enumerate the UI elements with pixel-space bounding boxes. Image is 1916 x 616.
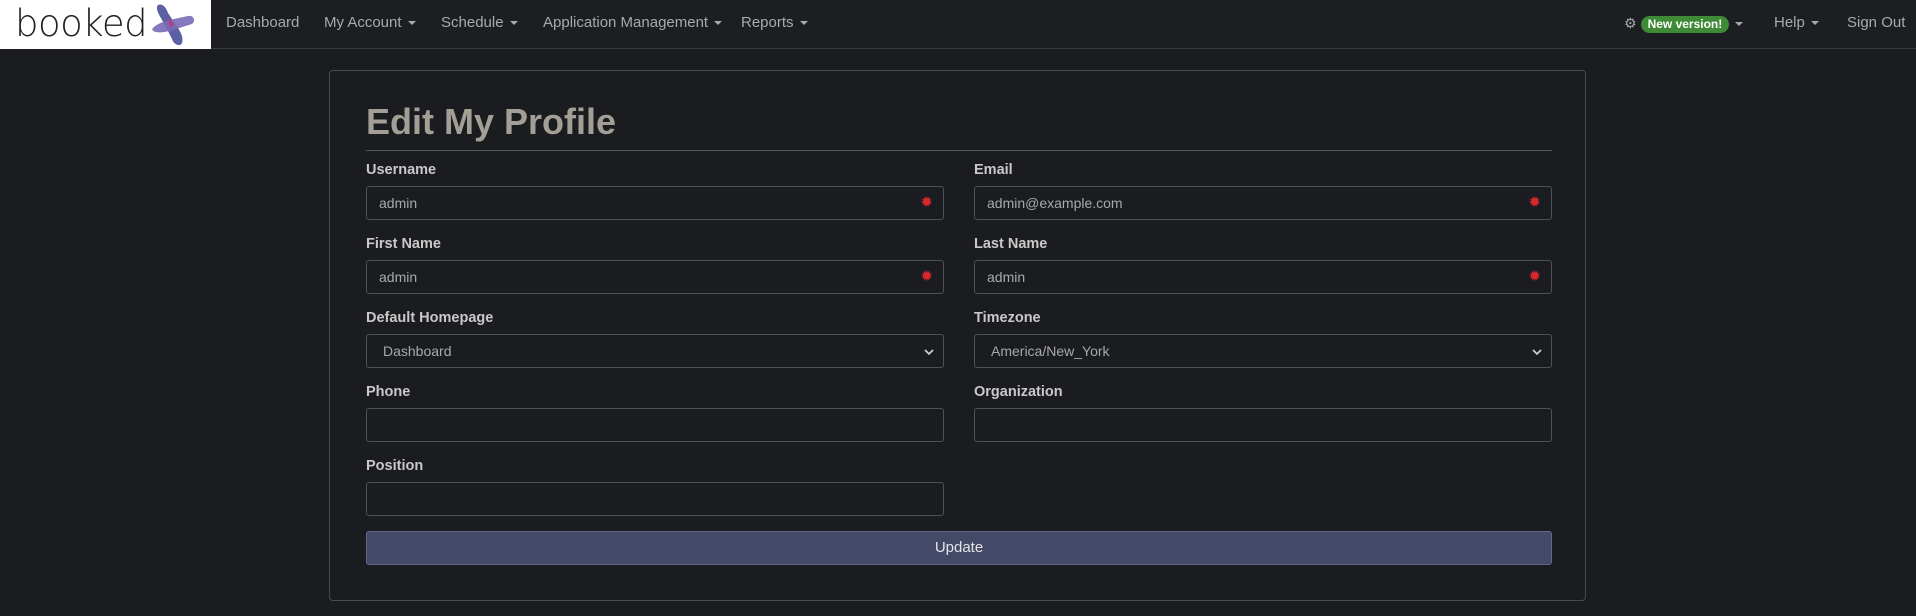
nav-schedule[interactable]: Schedule bbox=[441, 0, 518, 46]
nav-new-version[interactable]: ⚙ New version! bbox=[1624, 0, 1744, 46]
default-homepage-label: Default Homepage bbox=[366, 310, 494, 326]
required-icon: ✹ bbox=[1528, 194, 1541, 211]
gear-icon: ⚙ bbox=[1624, 15, 1637, 31]
nav-reports-label: Reports bbox=[741, 14, 794, 31]
timezone-label: Timezone bbox=[974, 310, 1041, 326]
email-label: Email bbox=[974, 162, 1013, 178]
first-name-label: First Name bbox=[366, 236, 441, 252]
nav-schedule-label: Schedule bbox=[441, 14, 504, 31]
username-label: Username bbox=[366, 162, 437, 178]
page-title: Edit My Profile bbox=[366, 101, 617, 142]
nav-dashboard[interactable]: Dashboard bbox=[226, 0, 299, 46]
brand-logo[interactable]: booked bbox=[0, 0, 211, 49]
chevron-down-icon bbox=[924, 349, 934, 356]
nav-help[interactable]: Help bbox=[1774, 0, 1819, 46]
last-name-label: Last Name bbox=[974, 236, 1048, 252]
nav-application-management[interactable]: Application Management bbox=[543, 0, 723, 46]
title-divider bbox=[366, 150, 1552, 151]
top-navbar: booked Dashboard My Account Schedule App… bbox=[0, 0, 1916, 49]
brand-mark-icon bbox=[152, 4, 195, 46]
timezone-select[interactable]: America/New_York bbox=[974, 334, 1552, 368]
required-icon: ✹ bbox=[920, 194, 933, 211]
nav-sign-out[interactable]: Sign Out bbox=[1847, 0, 1905, 46]
username-value: admin bbox=[379, 195, 418, 211]
timezone-value: America/New_York bbox=[991, 343, 1110, 359]
edit-profile-panel: Edit My Profile Username admin ✹ Email a… bbox=[329, 70, 1586, 601]
brand-name: booked bbox=[15, 2, 148, 45]
nav-help-label: Help bbox=[1774, 14, 1805, 31]
organization-label: Organization bbox=[974, 384, 1063, 400]
organization-input[interactable] bbox=[974, 408, 1552, 442]
default-homepage-select[interactable]: Dashboard bbox=[366, 334, 944, 368]
phone-label: Phone bbox=[366, 384, 411, 400]
nav-my-account[interactable]: My Account bbox=[324, 0, 416, 46]
new-version-badge: New version! bbox=[1640, 15, 1730, 33]
required-icon: ✹ bbox=[920, 268, 933, 285]
username-input[interactable]: admin ✹ bbox=[366, 186, 944, 220]
nav-my-account-label: My Account bbox=[324, 14, 402, 31]
phone-input[interactable] bbox=[366, 408, 944, 442]
caret-down-icon bbox=[799, 21, 808, 26]
caret-down-icon bbox=[1810, 21, 1819, 26]
caret-down-icon bbox=[1735, 22, 1744, 27]
nav-dashboard-label: Dashboard bbox=[226, 14, 300, 31]
nav-reports[interactable]: Reports bbox=[741, 0, 808, 46]
first-name-value: admin bbox=[379, 269, 418, 285]
email-input[interactable]: admin@example.com ✹ bbox=[974, 186, 1552, 220]
caret-down-icon bbox=[407, 21, 416, 26]
nav-sign-out-label: Sign Out bbox=[1847, 14, 1906, 31]
chevron-down-icon bbox=[1532, 349, 1542, 356]
position-input[interactable] bbox=[366, 482, 944, 516]
default-homepage-value: Dashboard bbox=[383, 343, 452, 359]
first-name-input[interactable]: admin ✹ bbox=[366, 260, 944, 294]
required-icon: ✹ bbox=[1528, 268, 1541, 285]
last-name-input[interactable]: admin ✹ bbox=[974, 260, 1552, 294]
position-label: Position bbox=[366, 458, 424, 474]
caret-down-icon bbox=[509, 21, 518, 26]
caret-down-icon bbox=[714, 21, 723, 26]
update-button[interactable]: Update bbox=[366, 531, 1552, 565]
last-name-value: admin bbox=[987, 269, 1026, 285]
email-value: admin@example.com bbox=[987, 195, 1123, 211]
nav-application-management-label: Application Management bbox=[543, 14, 709, 31]
